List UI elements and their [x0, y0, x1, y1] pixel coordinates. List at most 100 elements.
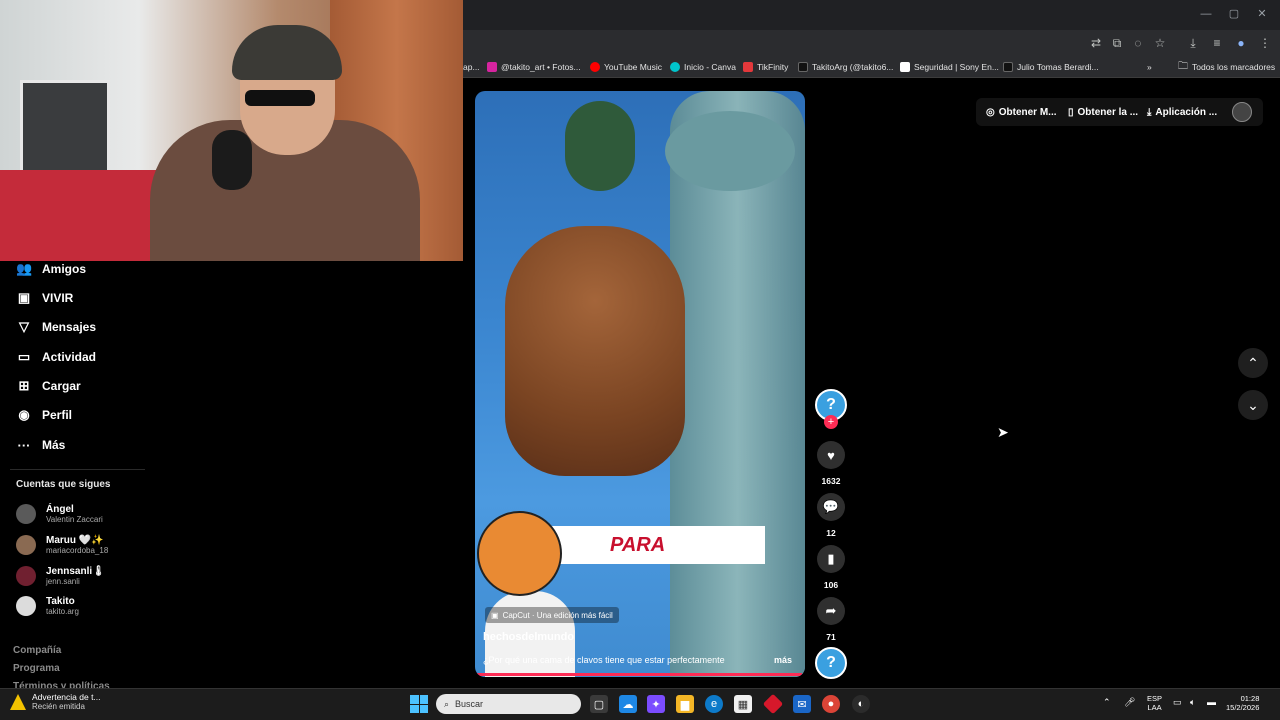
volume-icon[interactable]: 🔈︎ — [1190, 697, 1195, 708]
video-player[interactable]: PARA ▣ CapCut · Una edición más fácil hec… — [475, 91, 805, 677]
bookmarks-overflow-icon[interactable]: » — [1147, 59, 1152, 75]
activity-icon: ▭ — [17, 349, 31, 364]
sidebar-item-mensajes[interactable]: ▽ Mensajes — [16, 316, 96, 338]
bookmark-item[interactable]: TikFinity — [743, 59, 788, 75]
comment-button[interactable]: 💬 — [817, 493, 845, 521]
save-button[interactable]: ▮ — [817, 545, 845, 573]
sidebar-item-actividad[interactable]: ▭ Actividad — [16, 346, 96, 368]
store-icon[interactable]: ▦ — [734, 695, 752, 713]
outlook-icon[interactable]: ✉ — [793, 695, 811, 713]
obs-icon[interactable]: ◐ — [852, 695, 870, 713]
sidebar-item-amigos[interactable]: 👥 Amigos — [16, 258, 86, 280]
get-app-button[interactable]: ▯ Obtener la ... — [1068, 104, 1138, 120]
caption-text: PARA — [610, 534, 666, 556]
live-icon: ▣ — [17, 290, 31, 305]
task-view-icon[interactable]: ▢ — [590, 695, 608, 713]
sound-avatar[interactable]: ? — [815, 647, 847, 679]
chevron-down-icon: ⌄ — [1247, 396, 1259, 413]
file-explorer-icon[interactable]: ▆ — [676, 695, 694, 713]
save-count: 106 — [823, 580, 839, 590]
sidebar-item-vivir[interactable]: ▣ VIVIR — [16, 287, 74, 309]
install-icon[interactable]: ⧉ — [1108, 34, 1126, 52]
sony-icon — [900, 62, 910, 72]
tray-overflow-icon[interactable]: ⌃ — [1103, 697, 1111, 708]
edge-icon[interactable]: e — [705, 695, 723, 713]
upload-icon: ⊞ — [18, 378, 30, 393]
hide-icon[interactable]: ◌ — [1129, 34, 1147, 52]
comment-icon: 💬 — [822, 499, 840, 514]
profile-icon: ◉ — [18, 407, 30, 422]
bookmark-item[interactable]: Seguridad | Sony En... — [900, 59, 999, 75]
bookmark-item[interactable]: Julio Tomas Berardi... — [1003, 59, 1099, 75]
previous-video-button[interactable]: ⌃ — [1238, 348, 1268, 378]
menu-icon[interactable]: ⋮ — [1256, 34, 1274, 52]
all-bookmarks-button[interactable]: 🗀 Todos los marcadores — [1178, 59, 1275, 75]
clock[interactable]: 01:28 15/2/2026 — [1226, 694, 1259, 712]
capcut-icon: ▣ — [491, 610, 499, 620]
following-item[interactable]: Maruu 🤍✨ mariacordoba_18 — [16, 532, 108, 558]
chrome-icon[interactable]: ● — [822, 695, 840, 713]
bookmark-item[interactable]: @takito_art • Fotos... — [487, 59, 581, 75]
video-username[interactable]: hechosdelmundo — [483, 631, 574, 643]
weather-icon[interactable]: ☁ — [619, 695, 637, 713]
more-icon: ··· — [17, 437, 31, 453]
battery-icon[interactable]: ▬ — [1207, 697, 1216, 707]
instagram-icon — [487, 62, 497, 72]
tiktok-icon — [1003, 62, 1013, 72]
copilot-icon[interactable]: ✦ — [647, 695, 665, 713]
following-item[interactable]: Takito takito.arg — [16, 593, 79, 619]
share-button[interactable]: ➦ — [817, 597, 845, 625]
user-avatar[interactable] — [1232, 102, 1252, 122]
notification[interactable]: Advertencia de t... Recién emitida — [10, 692, 101, 712]
question-icon: ? — [826, 396, 836, 413]
coin-icon: ◎ — [986, 106, 995, 118]
progress-fill — [475, 673, 802, 676]
wig-top-graphic — [565, 101, 635, 191]
maximize-icon[interactable]: ▢ — [1224, 6, 1244, 22]
capcut-badge[interactable]: ▣ CapCut · Una edición más fácil — [485, 607, 619, 623]
get-coins-button[interactable]: ◎ Obtener M... — [986, 104, 1057, 120]
sidebar-item-cargar[interactable]: ⊞ Cargar — [16, 375, 81, 397]
phone-icon: ▯ — [1068, 106, 1074, 118]
footer-link-programa[interactable]: Programa — [13, 663, 60, 674]
language-indicator[interactable]: ESP LAA — [1147, 694, 1162, 712]
bookmark-star-icon[interactable]: ☆ — [1151, 34, 1169, 52]
windows-start-button[interactable] — [410, 695, 428, 713]
bookmark-item[interactable]: TakitoArg (@takito6... — [798, 59, 893, 75]
taskbar — [0, 688, 1280, 720]
more-link[interactable]: más — [774, 655, 792, 665]
profile-icon[interactable]: ● — [1232, 34, 1250, 52]
microphone-icon[interactable]: 🎤︎ — [1124, 697, 1135, 708]
following-item[interactable]: Jennsanli🌡 jenn.sanli — [16, 563, 105, 589]
download-icon[interactable]: ⤓ — [1184, 34, 1202, 52]
comment-count: 12 — [826, 528, 836, 538]
follow-plus-icon[interactable]: + — [824, 415, 838, 429]
bookmark-item[interactable]: Inicio - Canva — [670, 59, 736, 75]
avatar — [16, 535, 36, 555]
desktop-app-button[interactable]: ⤓ Aplicación ... — [1147, 104, 1217, 120]
download-icon: ⤓ — [1147, 106, 1152, 118]
mouse-cursor-icon: ➤ — [997, 424, 1009, 440]
heart-icon: ♥ — [827, 447, 835, 463]
display-icon[interactable]: ▭ — [1173, 697, 1182, 708]
sidebar-item-mas[interactable]: ··· Más — [16, 434, 66, 456]
media-queue-icon[interactable]: ≡ — [1208, 34, 1226, 52]
following-item[interactable]: Ángel Valentin Zaccari — [16, 501, 103, 527]
sidebar-item-perfil[interactable]: ◉ Perfil — [16, 404, 72, 426]
taskbar-search[interactable]: ⌕ Buscar — [436, 694, 581, 714]
share-icon: ➦ — [825, 603, 837, 618]
footer-link-compania[interactable]: Compañía — [13, 645, 61, 656]
like-button[interactable]: ♥ — [817, 441, 845, 469]
bookmark-item[interactable]: ap... — [463, 59, 480, 75]
canva-icon — [670, 62, 680, 72]
translate-icon[interactable]: ⇄ — [1087, 34, 1105, 52]
avatar — [16, 566, 36, 586]
close-icon[interactable]: ✕ — [1252, 6, 1272, 22]
minimize-icon[interactable]: — — [1196, 6, 1216, 22]
next-video-button[interactable]: ⌄ — [1238, 390, 1268, 420]
warning-icon — [10, 694, 26, 710]
footer-link-terminos[interactable]: Términos y políticas — [13, 681, 110, 688]
avatar — [16, 596, 36, 616]
wig-graphic — [505, 226, 685, 476]
bookmark-item[interactable]: YouTube Music — [590, 59, 662, 75]
